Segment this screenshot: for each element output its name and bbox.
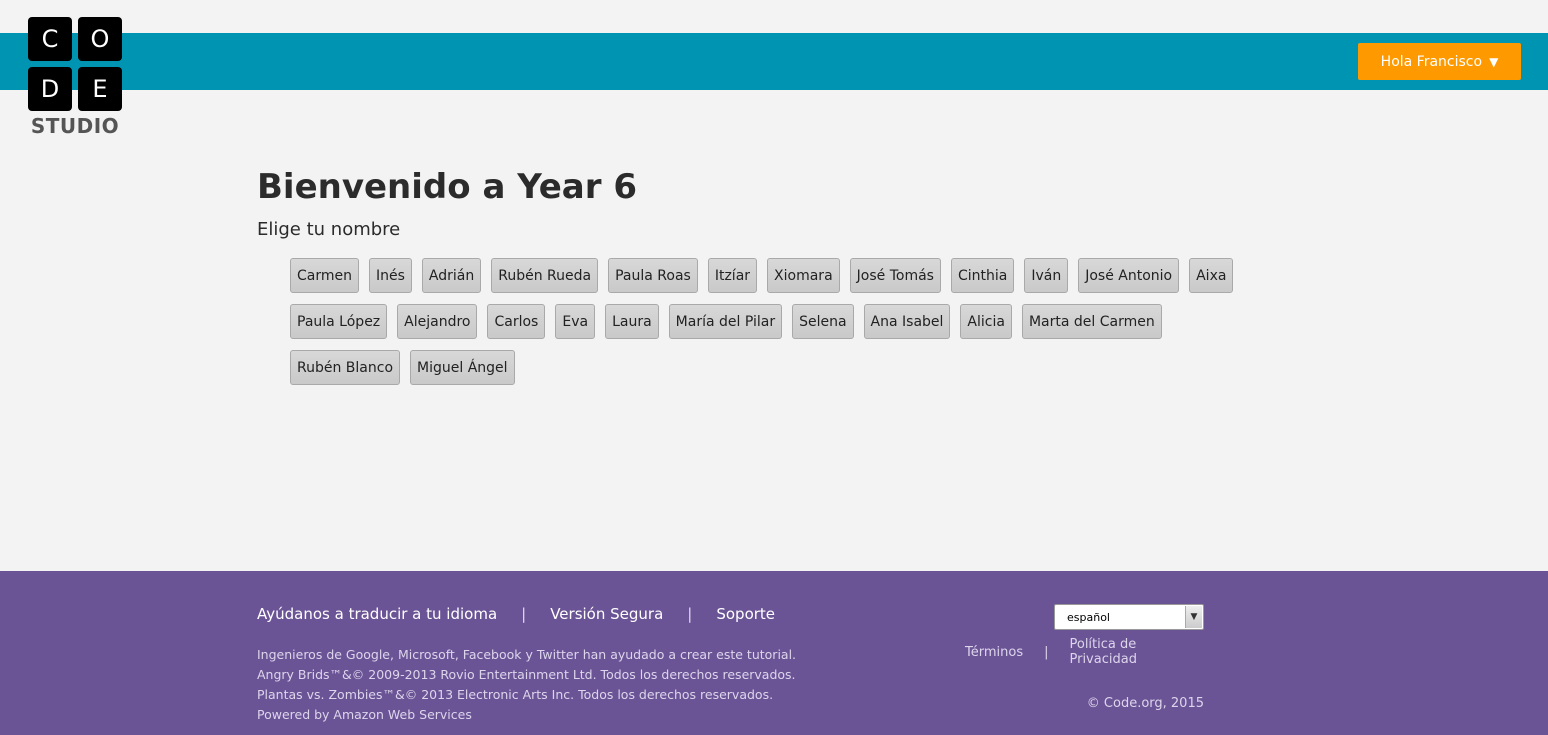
student-name-button[interactable]: Selena xyxy=(792,304,854,339)
user-menu-label: Hola Francisco xyxy=(1380,53,1483,70)
chevron-down-icon[interactable]: ▼ xyxy=(1185,606,1202,628)
copyright: © Code.org, 2015 xyxy=(1086,696,1204,711)
logo-letter: D xyxy=(28,67,72,111)
student-name-button[interactable]: Itzíar xyxy=(707,258,758,293)
page: C O D E STUDIO Hola Francisco ▼ Bienveni… xyxy=(0,0,1548,735)
legal-link-terms[interactable]: Términos xyxy=(965,645,1023,660)
footer-link-translate[interactable]: Ayúdanos a traducir a tu idioma xyxy=(257,605,497,623)
student-name-button[interactable]: Miguel Ángel xyxy=(410,350,515,385)
student-name-button[interactable]: Laura xyxy=(605,304,659,339)
caret-down-icon: ▼ xyxy=(1489,54,1499,69)
student-name-button[interactable]: Rubén Rueda xyxy=(491,258,599,293)
header-band xyxy=(0,33,1548,90)
student-name-button[interactable]: Iván xyxy=(1024,258,1069,293)
student-name-button[interactable]: Adrián xyxy=(421,258,482,293)
student-name-button[interactable]: Xiomara xyxy=(767,258,840,293)
student-name-button[interactable]: Cinthia xyxy=(950,258,1015,293)
student-name-button[interactable]: Paula López xyxy=(290,304,388,339)
credit-line: Plantas vs. Zombies™&© 2013 Electronic A… xyxy=(257,687,774,702)
student-name-button[interactable]: Carlos xyxy=(487,304,546,339)
logo-letter: O xyxy=(78,17,122,61)
student-name-button[interactable]: Marta del Carmen xyxy=(1021,304,1162,339)
logo-studio-text: STUDIO xyxy=(30,114,120,138)
language-selected-value: español xyxy=(1067,610,1110,624)
language-select[interactable]: español ▼ xyxy=(1054,604,1204,630)
name-button-list: Carmen Inés Adrián Rubén Rueda Paula Roas Itz… xyxy=(290,258,1280,385)
footer-separator: | xyxy=(687,605,693,623)
legal-separator: | xyxy=(1044,644,1049,660)
student-name-button[interactable]: Rubén Blanco xyxy=(290,350,401,385)
student-name-button[interactable]: Alicia xyxy=(960,304,1012,339)
student-name-button[interactable]: José Antonio xyxy=(1078,258,1180,293)
credit-line: Angry Brids™&© 2009-2013 Rovio Entertain… xyxy=(257,667,796,682)
footer-links: Ayúdanos a traducir a tu idioma | Versió… xyxy=(257,605,775,623)
student-name-button[interactable]: Aixa xyxy=(1189,258,1234,293)
student-name-button[interactable]: José Tomás xyxy=(849,258,941,293)
legal-link-privacy[interactable]: Política de Privacidad xyxy=(1069,637,1205,667)
student-name-button[interactable]: Eva xyxy=(555,304,596,339)
logo-letter: E xyxy=(78,67,122,111)
student-name-button[interactable]: María del Pilar xyxy=(668,304,783,339)
footer-link-safe-version[interactable]: Versión Segura xyxy=(550,605,663,623)
student-name-button[interactable]: Ana Isabel xyxy=(863,304,951,339)
logo-letter: C xyxy=(28,17,72,61)
footer: Ayúdanos a traducir a tu idioma | Versió… xyxy=(0,571,1548,735)
footer-separator: | xyxy=(521,605,527,623)
main-content: Bienvenido a Year 6 Elige tu nombre Carm… xyxy=(257,165,1287,385)
student-name-button[interactable]: Alejandro xyxy=(397,304,478,339)
credit-line: Ingenieros de Google, Microsoft, Faceboo… xyxy=(257,647,797,662)
code-studio-logo[interactable]: C O D E STUDIO xyxy=(28,17,124,138)
page-subtitle: Elige tu nombre xyxy=(257,219,401,240)
credit-line: Powered by Amazon Web Services xyxy=(257,707,472,722)
footer-credits: Ingenieros de Google, Microsoft, Faceboo… xyxy=(257,645,877,725)
footer-link-support[interactable]: Soporte xyxy=(716,605,775,623)
legal-links: Términos | Política de Privacidad xyxy=(965,637,1205,667)
student-name-button[interactable]: Paula Roas xyxy=(608,258,698,293)
page-title: Bienvenido a Year 6 xyxy=(257,167,637,207)
logo-grid: C O D E xyxy=(28,17,124,111)
user-menu-button[interactable]: Hola Francisco ▼ xyxy=(1358,43,1521,80)
student-name-button[interactable]: Carmen xyxy=(290,258,359,293)
student-name-button[interactable]: Inés xyxy=(369,258,412,293)
